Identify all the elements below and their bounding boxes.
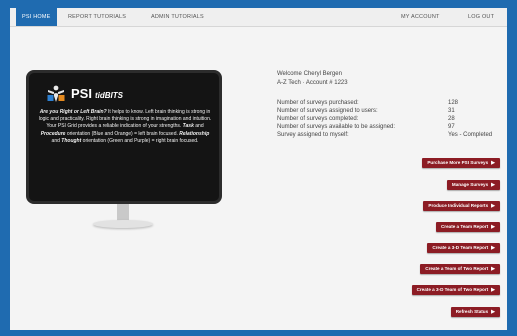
promo-thought: Thought: [61, 137, 82, 144]
promo-body-3: orientation (Green and Purple) = right b…: [81, 137, 199, 144]
promo-text: Are you Right or Left Brain? It helps to…: [37, 109, 213, 145]
purchase-surveys-button[interactable]: Purchase More PSI Surveys ▶: [422, 158, 500, 168]
button-label: Create a 3-D Team of Two Report: [416, 287, 489, 292]
stat-label: Number of surveys assigned to users:: [277, 108, 378, 114]
stat-label: Survey assigned to myself:: [277, 132, 349, 138]
button-label: Create a Team of Two Report: [425, 266, 489, 271]
team-of-two-report-button[interactable]: Create a Team of Two Report ▶: [420, 264, 500, 274]
promo-title: PSI tidBITS: [71, 86, 123, 101]
nav-admin-tutorials[interactable]: ADMIN TUTORIALS: [151, 8, 204, 26]
manage-surveys-button[interactable]: Manage Surveys ▶: [446, 180, 500, 190]
monitor-stand-base: [93, 220, 153, 228]
stat-value: 31: [448, 108, 455, 114]
welcome-text: Welcome Cheryl Bergen: [277, 71, 342, 77]
stat-row-available: Number of surveys available to be assign…: [277, 124, 501, 132]
promo-procedure: Procedure: [40, 130, 66, 137]
stat-row-completed: Number of surveys completed: 28: [277, 116, 501, 124]
stat-value: 128: [448, 100, 459, 106]
account-info: A-Z Tech · Account # 1223: [277, 80, 348, 86]
arrow-right-icon: ▶: [491, 266, 495, 272]
3d-team-of-two-report-button[interactable]: Create a 3-D Team of Two Report ▶: [411, 285, 500, 295]
arrow-right-icon: ▶: [491, 224, 495, 230]
nav-report-tutorials[interactable]: REPORT TUTORIALS: [68, 8, 126, 26]
arrow-right-icon: ▶: [491, 245, 495, 251]
button-label: Manage Surveys: [451, 182, 489, 187]
top-nav: PSI HOME REPORT TUTORIALS ADMIN TUTORIAL…: [10, 8, 507, 27]
psi-person-icon: [47, 85, 65, 102]
arrow-right-icon: ▶: [491, 309, 495, 315]
team-report-button[interactable]: Create a Team Report ▶: [435, 222, 500, 232]
arrow-right-icon: ▶: [491, 287, 495, 293]
stat-row-purchased: Number of surveys purchased: 128: [277, 100, 501, 108]
promo-subtitle: tidBITS: [94, 91, 123, 100]
3d-team-report-button[interactable]: Create a 3-D Team Report ▶: [427, 243, 500, 253]
promo-title-psi: PSI: [71, 86, 92, 101]
arrow-right-icon: ▶: [491, 182, 495, 188]
arrow-right-icon: ▶: [491, 203, 495, 209]
stat-value: 97: [448, 124, 455, 130]
stat-label: Number of surveys purchased:: [277, 100, 359, 106]
promo-task: Task: [182, 123, 194, 130]
button-label: Create a Team Report: [440, 224, 489, 229]
button-label: Purchase More PSI Surveys: [427, 160, 489, 165]
nav-psi-home[interactable]: PSI HOME: [16, 8, 57, 26]
promo-lead: Are you Right or Left Brain?: [39, 109, 107, 115]
nav-my-account[interactable]: MY ACCOUNT: [401, 8, 440, 26]
promo-monitor: PSI tidBITS Are you Right or Left Brain? …: [26, 70, 222, 204]
button-label: Refresh Status: [455, 309, 489, 314]
stat-row-self: Survey assigned to myself: Yes - Complet…: [277, 132, 501, 140]
stat-value: 28: [448, 116, 455, 122]
refresh-status-button[interactable]: Refresh Status ▶: [450, 307, 500, 317]
individual-reports-button[interactable]: Produce Individual Reports ▶: [423, 201, 500, 211]
stat-row-assigned: Number of surveys assigned to users: 31: [277, 108, 501, 116]
promo-body-2: orientation (Blue and Orange) = left bra…: [65, 130, 180, 137]
promo-relationship: Relationship: [179, 130, 210, 137]
promo-and-1: and: [193, 123, 204, 130]
button-label: Create a 3-D Team Report: [432, 245, 489, 250]
page-frame: PSI HOME REPORT TUTORIALS ADMIN TUTORIAL…: [10, 8, 507, 330]
stat-value: Yes - Completed: [448, 132, 493, 138]
stat-label: Number of surveys available to be assign…: [277, 124, 396, 130]
promo-and-2: and: [51, 137, 62, 144]
arrow-right-icon: ▶: [491, 160, 495, 166]
button-label: Produce Individual Reports: [428, 203, 489, 208]
stat-label: Number of surveys completed:: [277, 116, 359, 122]
nav-log-out[interactable]: LOG OUT: [468, 8, 494, 26]
survey-stats: Number of surveys purchased: 128 Number …: [277, 100, 501, 140]
